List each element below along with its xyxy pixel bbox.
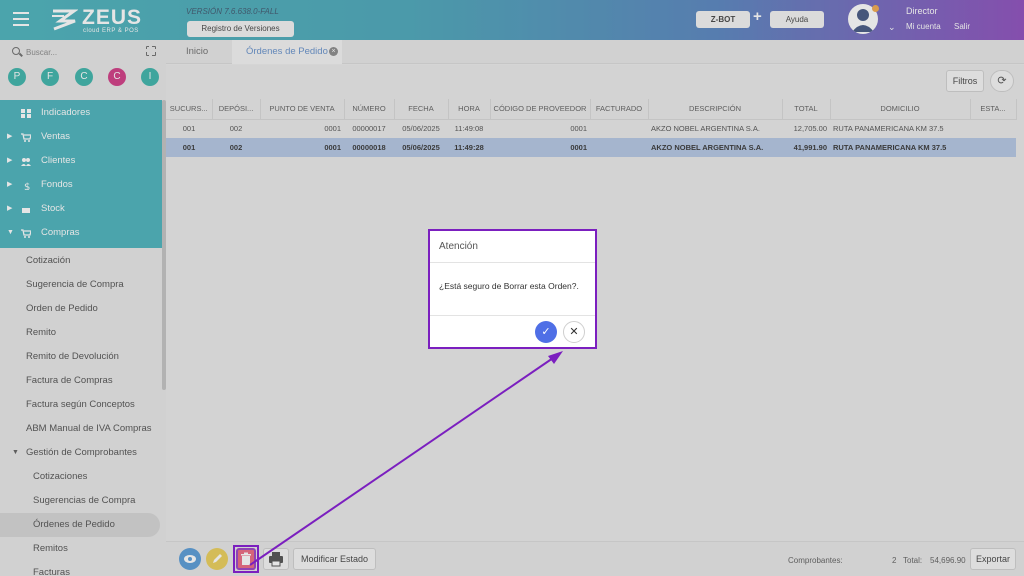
cancel-button[interactable]: ✕ (563, 321, 585, 343)
confirm-button[interactable]: ✓ (535, 321, 557, 343)
confirm-dialog: Atención ¿Está seguro de Borrar esta Ord… (428, 229, 597, 349)
dialog-divider (430, 315, 595, 316)
dialog-message: ¿Está seguro de Borrar esta Orden?. (439, 281, 579, 291)
dialog-title: Atención (439, 241, 478, 252)
dialog-divider (430, 262, 595, 263)
